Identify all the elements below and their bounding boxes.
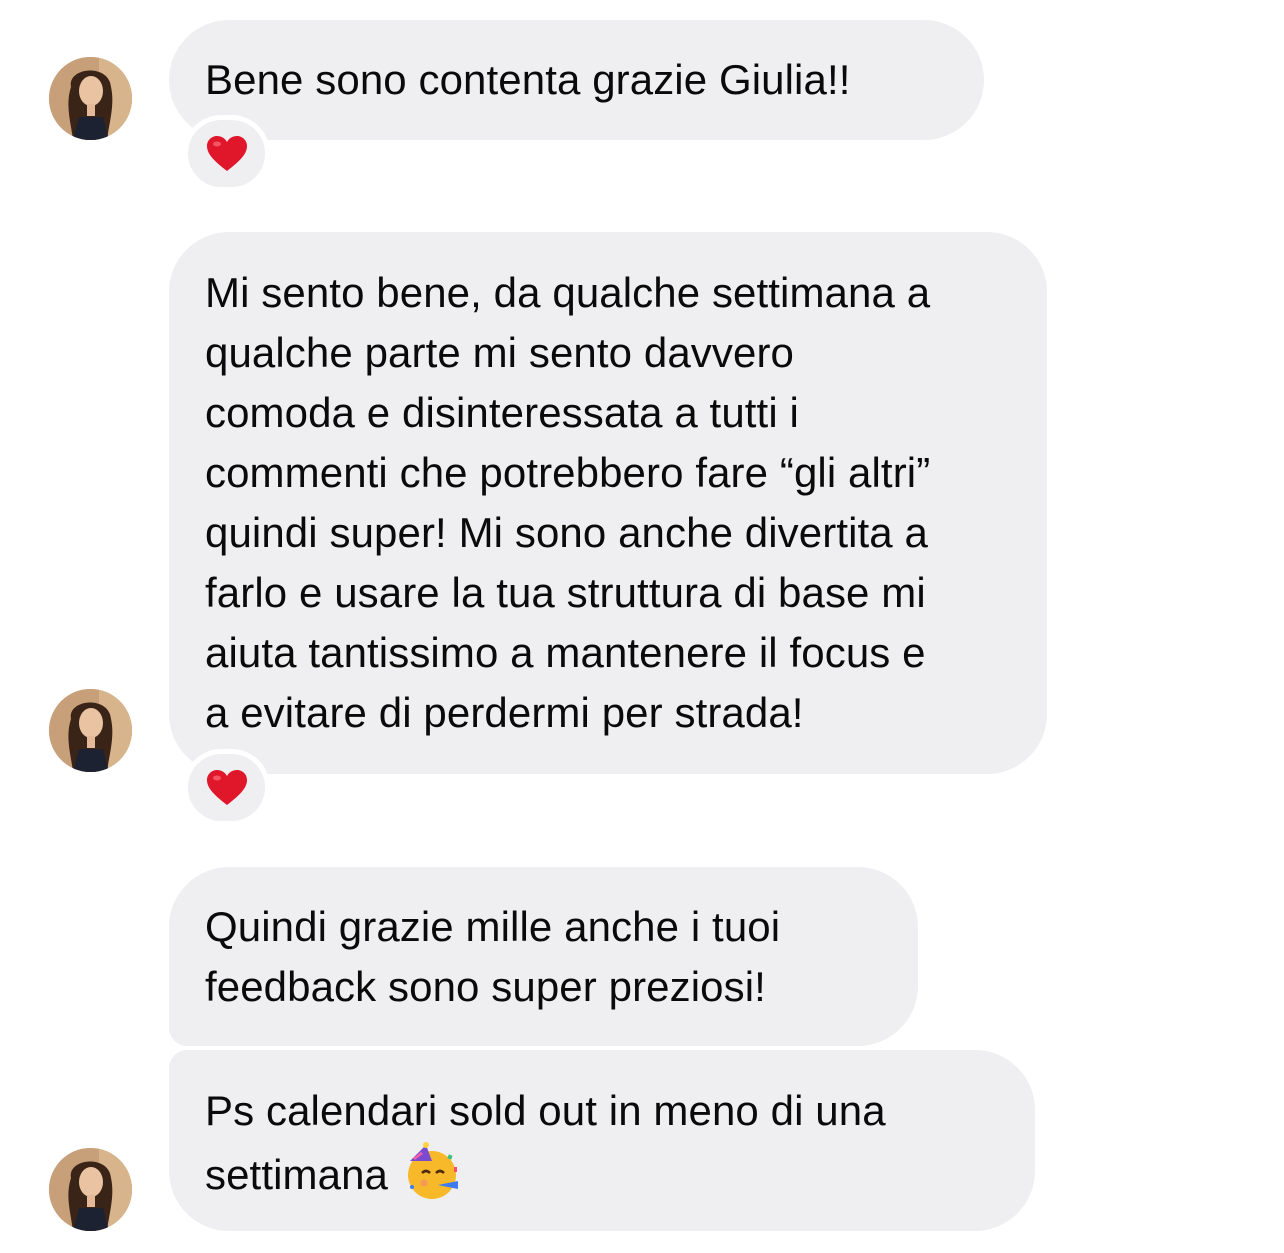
avatar-photo xyxy=(49,1148,132,1231)
sender-avatar[interactable] xyxy=(49,689,132,772)
message-bubble[interactable]: Mi sento bene, da qualche settimana a qu… xyxy=(169,232,1047,774)
message-text: settimana xyxy=(205,1151,388,1198)
message-text: Bene sono contenta grazie Giulia!! xyxy=(205,56,851,103)
message-text: commenti che potrebbero fare “gli altri” xyxy=(205,449,931,496)
message-bubble[interactable]: Bene sono contenta grazie Giulia!! xyxy=(169,20,984,140)
message-text: quindi super! Mi sono anche divertita a xyxy=(205,509,928,556)
heart-icon xyxy=(206,135,247,171)
sender-avatar[interactable] xyxy=(49,1148,132,1231)
sender-avatar[interactable] xyxy=(49,57,132,140)
avatar-photo xyxy=(49,57,132,140)
message-text: feedback sono super preziosi! xyxy=(205,963,766,1010)
heart-reaction[interactable] xyxy=(183,115,270,192)
message-bubble[interactable]: Quindi grazie mille anche i tuoi feedbac… xyxy=(169,867,918,1046)
message-text: aiuta tantissimo a mantenere il focus e xyxy=(205,629,926,676)
message-text: Quindi grazie mille anche i tuoi xyxy=(205,903,781,950)
message-text: comoda e disinteressata a tutti i xyxy=(205,389,799,436)
partying-face-icon xyxy=(402,1141,464,1203)
message-text: farlo e usare la tua struttura di base m… xyxy=(205,569,926,616)
message-text: a evitare di perdermi per strada! xyxy=(205,689,804,736)
heart-reaction[interactable] xyxy=(183,749,270,826)
message-text: qualche parte mi sento davvero xyxy=(205,329,795,376)
message-text: Mi sento bene, da qualche settimana a xyxy=(205,269,931,316)
message-bubble[interactable]: Ps calendari sold out in meno di una set… xyxy=(169,1050,1035,1231)
avatar-photo xyxy=(49,689,132,772)
heart-icon xyxy=(206,769,247,805)
message-text: Ps calendari sold out in meno di una xyxy=(205,1087,886,1134)
